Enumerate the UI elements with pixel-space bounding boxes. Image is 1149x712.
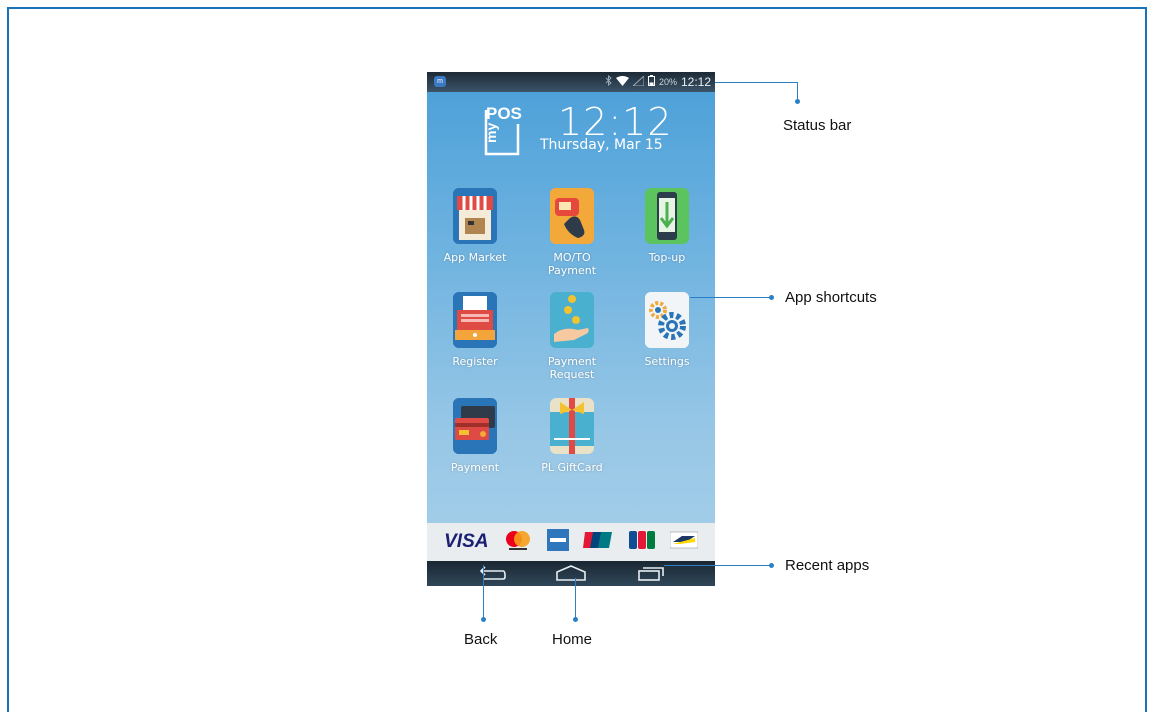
card-brands-strip: VISA	[427, 523, 715, 561]
mastercard-logo	[503, 529, 533, 556]
label-recent-apps: Recent apps	[785, 557, 870, 574]
gear-icon	[645, 292, 689, 348]
callout-line-recent-apps	[664, 565, 772, 566]
callout-line-app-shortcuts	[690, 297, 772, 298]
callout-dot-back	[481, 617, 486, 622]
app-label: MO/TO Payment	[547, 251, 597, 277]
callout-line-status-bar-vertical	[797, 82, 798, 100]
callout-dot-recent-apps	[769, 563, 774, 568]
callout-line-home	[575, 578, 576, 619]
app-shortcut-register[interactable]: Register	[435, 292, 515, 368]
mypos-logo: POS my	[480, 98, 524, 158]
battery-percent: 20%	[658, 77, 677, 87]
callout-dot-status-bar	[795, 99, 800, 104]
app-shortcut-payment[interactable]: Payment	[435, 398, 515, 474]
callout-line-back	[483, 565, 484, 619]
label-back: Back	[464, 631, 498, 648]
logo-text: POS	[486, 104, 522, 123]
callout-dot-app-shortcuts	[769, 295, 774, 300]
app-label: PL GiftCard	[541, 461, 603, 474]
label-app-shortcuts: App shortcuts	[785, 289, 877, 306]
app-label: Payment	[450, 461, 500, 474]
home-icon[interactable]	[555, 564, 587, 586]
app-label: App Market	[443, 251, 507, 264]
recent-apps-icon[interactable]	[637, 565, 665, 586]
bluetooth-icon	[605, 74, 612, 89]
logo-side-text: my	[483, 123, 499, 143]
cash-register-icon	[453, 292, 497, 348]
amex-logo	[547, 528, 570, 556]
status-bar: m 20% 12:12	[427, 72, 715, 92]
app-shortcut-top-up[interactable]: Top-up	[627, 188, 707, 264]
phone-screen: m 20% 12:12 POS my 12:12 Thursday, Mar 1…	[427, 72, 715, 586]
app-shortcut-pl-giftcard[interactable]: PL GiftCard	[532, 398, 612, 474]
app-notification-icon: m	[434, 76, 446, 87]
home-date: Thursday, Mar 15	[540, 137, 663, 153]
hand-coins-icon	[550, 292, 594, 348]
status-time: 12:12	[680, 75, 711, 89]
credit-cards-icon	[453, 398, 497, 454]
battery-icon	[647, 75, 655, 89]
app-label: Payment Request	[547, 355, 597, 381]
label-home: Home	[552, 631, 593, 648]
bancontact-logo	[669, 530, 699, 555]
signal-icon	[631, 74, 645, 89]
app-shortcut-app-market[interactable]: App Market	[435, 188, 515, 264]
app-shortcut-payment-request[interactable]: Payment Request	[532, 292, 612, 381]
app-label: Top-up	[648, 251, 686, 264]
app-label: Settings	[644, 355, 690, 368]
unionpay-logo	[583, 530, 613, 555]
back-icon[interactable]	[477, 565, 507, 586]
app-shortcut-settings[interactable]: Settings	[627, 292, 707, 368]
wifi-icon	[615, 75, 629, 89]
shop-icon	[453, 188, 497, 244]
gift-card-icon	[550, 398, 594, 454]
mobile-topup-icon	[645, 188, 689, 244]
app-shortcut-moto-payment[interactable]: MO/TO Payment	[532, 188, 612, 277]
phone-call-icon	[550, 188, 594, 244]
callout-line-status-bar	[715, 82, 797, 83]
callout-dot-home	[573, 617, 578, 622]
jcb-logo	[628, 530, 656, 555]
app-label: Register	[452, 355, 498, 368]
visa-logo: VISA	[444, 531, 489, 552]
label-status-bar: Status bar	[783, 117, 852, 134]
